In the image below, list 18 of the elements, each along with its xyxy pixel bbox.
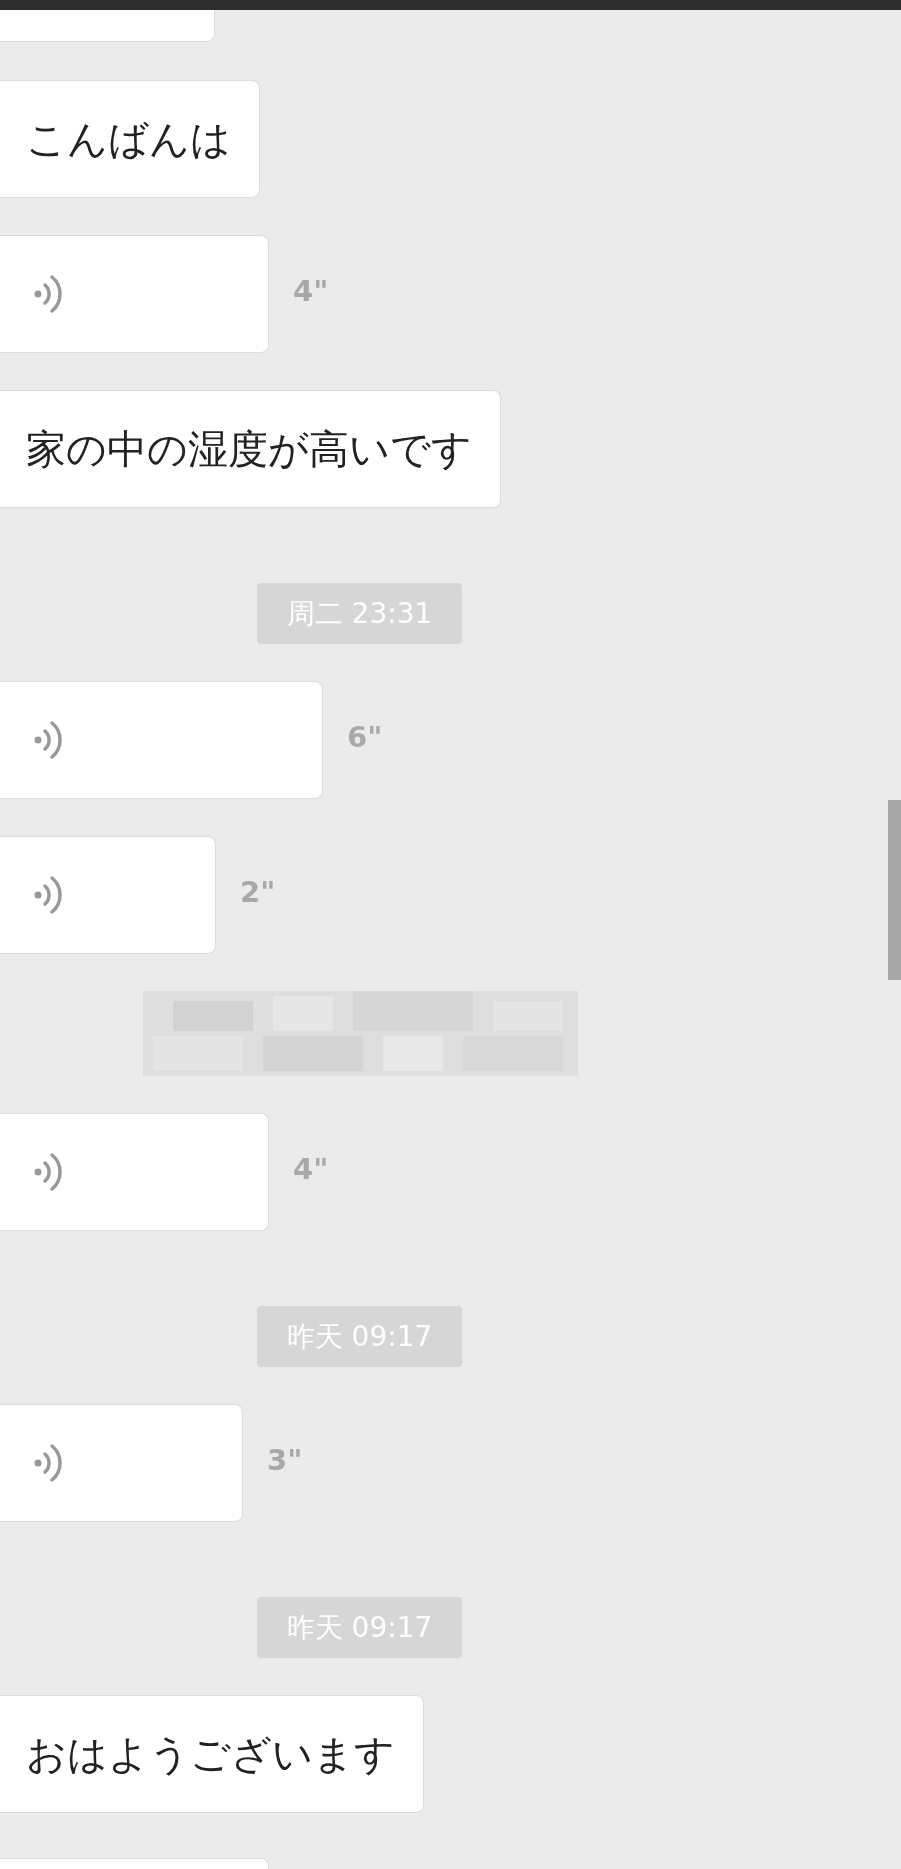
voice-message[interactable] <box>0 235 269 353</box>
voice-icon <box>34 273 62 315</box>
voice-duration: 3" <box>267 1443 303 1477</box>
voice-message[interactable] <box>0 836 216 954</box>
voice-duration: 2" <box>240 875 276 909</box>
voice-icon <box>34 1442 62 1484</box>
voice-duration: 4" <box>293 274 329 308</box>
voice-icon <box>34 1151 62 1193</box>
message-bubble: こんばんは <box>0 80 260 198</box>
message-bubble: 家の中の湿度が高いです <box>0 390 501 508</box>
voice-icon <box>34 874 62 916</box>
voice-duration: 6" <box>347 720 383 754</box>
voice-message[interactable] <box>0 1113 269 1231</box>
message-bubble: おはようございます <box>0 1695 424 1813</box>
voice-duration: 4" <box>293 1152 329 1186</box>
voice-icon <box>34 719 62 761</box>
voice-message[interactable] <box>0 1404 243 1522</box>
voice-message[interactable] <box>0 681 323 799</box>
